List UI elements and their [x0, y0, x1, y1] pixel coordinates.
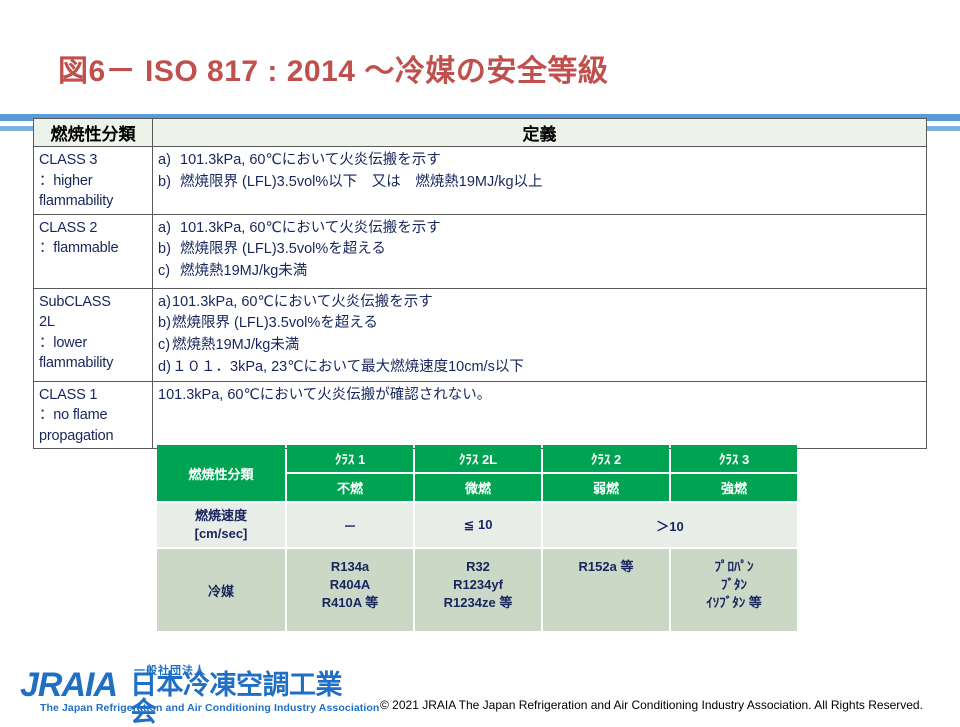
table-header-row: 燃焼性分類 定義 — [33, 118, 927, 147]
burn-name-1: 不燃 — [287, 474, 413, 501]
refrigerant-list-class1: R134a R404A R410A 等 — [287, 549, 413, 631]
refrigerant-item: R1234ze 等 — [443, 594, 513, 610]
definition-text: 101.3kPa, 60℃において火炎伝搬を示す — [180, 152, 441, 168]
definition-text: １０１．3kPa, 23℃において最大燃焼速度10cm/s以下 — [172, 358, 524, 375]
definition-line: a) 101.3kPa, 60℃において火炎伝搬を示す — [158, 150, 921, 172]
class-line: flammability — [39, 193, 114, 210]
class-line: ：flammable — [39, 240, 119, 257]
class-line: CLASS 2 — [39, 219, 98, 236]
cell-definition: a) 101.3kPa, 60℃において火炎伝搬を示す b) 燃焼限界 (LFL)3… — [152, 213, 927, 289]
table-row: CLASS 2 ：flammable a) 101.3kPa, 60℃において火炎… — [33, 213, 927, 289]
cell-class-name: CLASS 2 ：flammable — [33, 213, 153, 289]
list-marker: c) — [158, 337, 171, 354]
page-title: 図6－ ISO 817 : 2014 ～冷媒の安全等級 — [58, 55, 609, 88]
class-name-3: ｸﾗｽ 3 — [671, 445, 797, 472]
list-marker: d) — [158, 358, 171, 375]
class-line: propagation — [39, 427, 114, 444]
logo-organization-name-en: The Japan Refrigeration and Air Conditio… — [40, 702, 380, 714]
definition-line: b) 燃焼限界 (LFL)3.5vol%を超える — [158, 239, 921, 261]
cell-class-name: CLASS 3 ：higher flammability — [33, 146, 153, 215]
burn-speed-unit-line: [cm/sec] — [194, 526, 248, 541]
row-label-refrigerant: 冷媒 — [157, 549, 285, 631]
list-marker: b) — [158, 241, 171, 258]
table-row-class-names: 燃焼性分類 ｸﾗｽ 1 ｸﾗｽ 2L ｸﾗｽ 2 ｸﾗｽ 3 — [157, 445, 797, 501]
definition-table: 燃焼性分類 定義 CLASS 3 ：higher flammability a)… — [33, 118, 927, 450]
class-line: ：lower — [39, 334, 87, 351]
cell-definition: 101.3kPa, 60℃において火炎伝搬が確認されない。 — [152, 380, 927, 450]
refrigerant-item: ﾌﾞﾀﾝ — [721, 576, 747, 592]
logo-wordmark: JRAIA — [20, 666, 118, 704]
cell-class-name: SubCLASS 2L ：lower flammability — [33, 287, 153, 382]
definition-line: a)101.3kPa, 60℃において火炎伝搬を示す — [158, 292, 921, 314]
refrigerant-list-class3: ﾌﾟﾛﾊﾟﾝ ﾌﾞﾀﾝ ｲｿﾌﾞﾀﾝ 等 — [671, 549, 797, 631]
burn-name-4: 強燃 — [671, 474, 797, 501]
refrigerant-item: R152a 等 — [578, 559, 634, 574]
class-name-1: ｸﾗｽ 1 — [287, 445, 413, 472]
burn-name-2: 微燃 — [415, 474, 541, 501]
cell-class-name: CLASS 1 ：no flame propagation — [33, 380, 153, 450]
definition-line: b) 燃焼限界 (LFL)3.5vol%以下 又は 燃焼熱19MJ/kg以上 — [158, 172, 921, 194]
table-row-refrigerants: 冷媒 R134a R404A R410A 等 R32 R1234yf R1234… — [157, 549, 797, 631]
definition-line: c) 燃焼熱19MJ/kg未満 — [158, 335, 921, 357]
definition-line: b)燃焼限界 (LFL)3.5vol%を超える — [158, 313, 921, 335]
refrigerant-item: R32 — [466, 559, 490, 574]
refrigerant-item: ﾌﾟﾛﾊﾟﾝ — [714, 559, 754, 574]
list-marker: a) — [158, 152, 171, 168]
list-marker: c) — [158, 263, 171, 280]
cell-definition: a)101.3kPa, 60℃において火炎伝搬を示す b)燃焼限界 (LFL)3… — [152, 287, 927, 382]
class-line: flammability — [39, 355, 114, 372]
refrigerant-item: R134a — [330, 559, 370, 574]
refrigerant-item: R404A — [329, 576, 371, 592]
burn-speed-value-class1: － — [287, 503, 413, 547]
refrigerant-item: R1234yf — [453, 576, 503, 592]
definition-line: 101.3kPa, 60℃において火炎伝搬が確認されない。 — [158, 385, 921, 407]
jraia-logo: JRAIA 一般社団法人 日本冷凍空調工業会 The Japan Refrige… — [18, 662, 379, 726]
class-line: CLASS 3 — [39, 152, 98, 168]
class-name-2l: ｸﾗｽ 2L — [415, 445, 541, 472]
column-header-flammability-class: 燃焼性分類 — [33, 118, 153, 147]
refrigerant-list-class2l: R32 R1234yf R1234ze 等 — [415, 549, 541, 631]
copyright-notice: © 2021 JRAIA The Japan Refrigeration and… — [380, 698, 923, 712]
cell-definition: a) 101.3kPa, 60℃において火炎伝搬を示す b) 燃焼限界 (LFL)3… — [152, 146, 927, 215]
list-marker: a) — [158, 293, 171, 310]
definition-text: 燃焼限界 (LFL)3.5vol%以下 又は 燃焼熱19MJ/kg以上 — [180, 173, 543, 190]
definition-text: 燃焼限界 (LFL)3.5vol%を超える — [180, 241, 386, 258]
definition-text: 101.3kPa, 60℃において火炎伝搬が確認されない。 — [158, 386, 492, 403]
definition-text: 101.3kPa, 60℃において火炎伝搬を示す — [172, 293, 433, 310]
list-marker: a) — [158, 219, 171, 236]
burn-speed-value-class2-3: ＞10 — [543, 503, 797, 547]
class-line: SubCLASS — [39, 293, 111, 310]
row-label-flammability-class: 燃焼性分類 — [157, 445, 285, 501]
definition-text: 燃焼熱19MJ/kg未満 — [180, 263, 308, 280]
class-line: ：higher — [39, 172, 93, 189]
class-line: 2L — [39, 314, 55, 331]
logo-organization-name-jp: 日本冷凍空調工業会 — [130, 670, 343, 727]
class-line: CLASS 1 — [39, 386, 98, 403]
refrigerant-item: R410A 等 — [321, 594, 379, 610]
row-label-burn-speed: 燃焼速度 [cm/sec] — [157, 503, 285, 547]
burn-speed-label-line: 燃焼速度 — [194, 508, 247, 524]
definition-text: 101.3kPa, 60℃において火炎伝搬を示す — [180, 219, 441, 236]
column-header-definition: 定義 — [152, 118, 927, 147]
definition-text: 燃焼熱19MJ/kg未満 — [172, 337, 300, 354]
class-line: ：no flame — [39, 407, 108, 424]
list-marker: b) — [158, 315, 171, 332]
table-row: CLASS 1 ：no flame propagation 101.3kPa, … — [33, 380, 927, 450]
refrigerant-item: ｲｿﾌﾞﾀﾝ 等 — [706, 594, 762, 610]
burn-name-3: 弱燃 — [543, 474, 669, 501]
burn-speed-value-class2l: ≦ 10 — [415, 503, 541, 547]
refrigerant-list-class2: R152a 等 — [543, 549, 669, 631]
definition-line: a) 101.3kPa, 60℃において火炎伝搬を示す — [158, 218, 921, 240]
refrigerant-class-table: 燃焼性分類 ｸﾗｽ 1 ｸﾗｽ 2L ｸﾗｽ 2 ｸﾗｽ 3 不燃 微燃 弱燃 … — [155, 443, 799, 633]
definition-line: d)１０１．3kPa, 23℃において最大燃焼速度10cm/s以下 — [158, 357, 921, 379]
table-row: SubCLASS 2L ：lower flammability a)101.3k… — [33, 287, 927, 382]
table-row: CLASS 3 ：higher flammability a) 101.3kPa,… — [33, 146, 927, 215]
definition-text: 燃焼限界 (LFL)3.5vol%を超える — [172, 315, 378, 332]
table-row-burn-speed: 燃焼速度 [cm/sec] － ≦ 10 ＞10 — [157, 503, 797, 547]
list-marker: b) — [158, 173, 171, 190]
definition-line: c) 燃焼熱19MJ/kg未満 — [158, 261, 921, 283]
class-name-2: ｸﾗｽ 2 — [543, 445, 669, 472]
